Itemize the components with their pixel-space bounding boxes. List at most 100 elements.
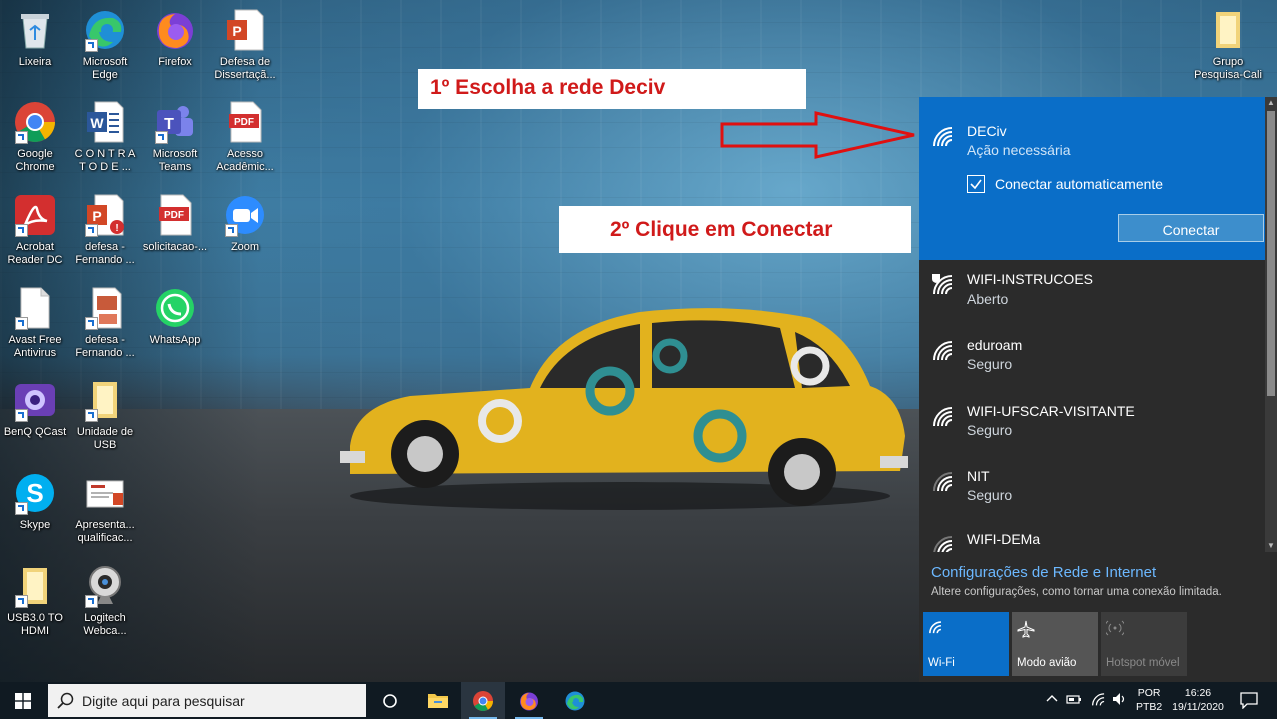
scroll-up-arrow-icon[interactable]: ▲ — [1265, 97, 1277, 109]
network-settings-link[interactable]: Configurações de Rede e Internet — [931, 564, 1156, 581]
quick-action-mobile-hotspot[interactable]: Hotspot móvel — [1101, 612, 1187, 676]
taskbar-firefox[interactable] — [507, 682, 551, 719]
network-item[interactable]: eduroam Seguro — [919, 324, 1265, 388]
taskbar-search-box[interactable]: Digite aqui para pesquisar — [48, 684, 366, 717]
firefox-icon — [153, 8, 197, 52]
presentation-icon — [83, 286, 127, 330]
desktop-icon-teams[interactable]: T Microsoft Teams — [141, 100, 209, 174]
file-explorer-icon — [428, 694, 448, 708]
chevron-up-icon — [1046, 695, 1058, 702]
volume-tray-button[interactable] — [1112, 692, 1128, 709]
quick-action-wifi[interactable]: Wi-Fi — [923, 612, 1009, 676]
zoom-icon — [223, 193, 267, 237]
taskbar-chrome[interactable] — [461, 682, 505, 719]
action-center-button[interactable] — [1240, 691, 1258, 712]
pdf-icon: PDF — [223, 100, 267, 144]
desktop-icon-google-chrome[interactable]: Google Chrome — [1, 100, 69, 174]
desktop-icon-whatsapp[interactable]: WhatsApp — [141, 286, 209, 347]
language-tray-button[interactable]: POR PTB2 — [1136, 686, 1162, 714]
network-item[interactable]: WIFI-DEMa — [919, 516, 1265, 552]
teams-icon: T — [153, 100, 197, 144]
svg-text:P: P — [92, 208, 101, 224]
hotspot-icon — [1106, 620, 1124, 636]
edge-icon — [83, 8, 127, 52]
desktop-icon-skype[interactable]: S Skype — [1, 471, 69, 532]
network-item[interactable]: NIT Seguro — [919, 452, 1265, 516]
svg-text:P: P — [232, 23, 241, 39]
desktop-icon-benq-qcast[interactable]: BenQ QCast — [1, 378, 69, 439]
document-icon — [13, 286, 57, 330]
network-name: WIFI-UFSCAR-VISITANTE — [967, 403, 1135, 419]
clock-date: 19/11/2020 — [1172, 701, 1224, 713]
network-status: Aberto — [967, 291, 1009, 307]
svg-text:PDF: PDF — [164, 210, 184, 221]
connect-button[interactable]: Conectar — [1118, 214, 1264, 242]
desktop-icon-label: Firefox — [158, 56, 192, 68]
clock-time: 16:26 — [1184, 687, 1212, 699]
task-view-button[interactable] — [368, 682, 412, 719]
clock-tray-button[interactable]: 16:26 19/11/2020 — [1172, 686, 1224, 714]
network-status: Ação necessária — [967, 142, 1071, 158]
wifi-signal-icon — [933, 127, 953, 147]
powerpoint-icon: P! — [83, 193, 127, 237]
yellow-car-image — [340, 308, 908, 510]
desktop-icon-zoom[interactable]: Zoom — [211, 193, 279, 254]
auto-connect-checkbox[interactable] — [967, 175, 985, 193]
desktop-icon-grupo-pesquisa[interactable]: Grupo Pesquisa-Cali — [1194, 8, 1262, 82]
desktop-icon-defesa-dissertacao[interactable]: P Defesa de Dissertaçã... — [211, 8, 279, 82]
battery-icon — [1066, 695, 1081, 704]
network-tray-button[interactable] — [1090, 692, 1108, 709]
desktop-icon-logitech[interactable]: Logitech Webca... — [71, 564, 139, 638]
desktop-icon-defesa-1[interactable]: P! defesa - Fernando ... — [71, 193, 139, 267]
annotation-step-2: 2º Clique em Conectar — [559, 206, 911, 253]
desktop-icon-apresentacao[interactable]: Apresenta... qualificac... — [71, 471, 139, 545]
desktop-icon-label: Defesa de Dissertaçã... — [214, 56, 276, 81]
wifi-weak-signal-icon — [933, 536, 953, 552]
network-item[interactable]: WIFI-INSTRUCOES Aberto — [919, 260, 1265, 324]
taskbar-file-explorer[interactable] — [416, 682, 460, 719]
network-status: Seguro — [967, 356, 1013, 372]
powerpoint-icon: P — [223, 8, 267, 52]
desktop-icon-contrato[interactable]: W C O N T R A T O D E ... — [71, 100, 139, 174]
network-settings-description: Altere configurações, como tornar uma co… — [931, 586, 1222, 598]
airplane-icon — [1017, 620, 1035, 638]
network-item[interactable]: WIFI-UFSCAR-VISITANTE Seguro — [919, 388, 1265, 452]
annotation-step-1: 1º Escolha a rede Deciv — [418, 69, 806, 109]
desktop-icon-label: Microsoft Edge — [82, 56, 128, 81]
network-flyout: DECiv Ação necessária Conectar automatic… — [919, 97, 1277, 682]
scroll-thumb[interactable] — [1267, 111, 1275, 396]
network-list-scrollbar[interactable]: ▲ ▼ — [1265, 97, 1277, 552]
whatsapp-icon — [153, 286, 197, 330]
desktop-icon-acesso-academico[interactable]: PDF Acesso Acadêmic... — [211, 100, 279, 174]
tile-label: Modo avião — [1017, 657, 1077, 669]
desktop-icon-firefox[interactable]: Firefox — [141, 8, 209, 69]
wifi-signal-icon — [933, 341, 953, 361]
desktop-icon-label: Apresenta... qualificac... — [75, 519, 135, 544]
folder-icon — [13, 564, 57, 608]
desktop-icon-unidade-usb[interactable]: Unidade de USB — [71, 378, 139, 452]
desktop-icon-acrobat[interactable]: Acrobat Reader DC — [1, 193, 69, 267]
speaker-icon — [1113, 693, 1125, 705]
desktop-icon-recycle-bin[interactable]: Lixeira — [1, 8, 69, 69]
wifi-tray-icon — [1092, 693, 1105, 706]
desktop-icon-usb-hdmi[interactable]: USB3.0 TO HDMI — [1, 564, 69, 638]
desktop-icon-solicitacao[interactable]: PDF solicitacao-... — [141, 193, 209, 254]
start-button[interactable] — [0, 682, 46, 719]
recycle-bin-icon — [13, 8, 57, 52]
desktop-icon-avast[interactable]: Avast Free Antivirus — [1, 286, 69, 360]
chrome-icon — [13, 100, 57, 144]
wifi-open-warning-icon — [932, 274, 953, 295]
wifi-signal-icon — [933, 407, 953, 427]
auto-connect-label: Conectar automaticamente — [995, 176, 1164, 192]
benq-icon — [13, 378, 57, 422]
desktop-icon-edge[interactable]: Microsoft Edge — [71, 8, 139, 82]
desktop-icon-defesa-2[interactable]: defesa - Fernando ... — [71, 286, 139, 360]
quick-action-airplane-mode[interactable]: Modo avião — [1012, 612, 1098, 676]
taskbar-edge[interactable] — [553, 682, 597, 719]
svg-text:S: S — [26, 478, 43, 508]
scroll-down-arrow-icon[interactable]: ▼ — [1265, 540, 1277, 552]
network-item-selected[interactable]: DECiv Ação necessária Conectar automatic… — [919, 97, 1265, 260]
battery-tray-button[interactable] — [1066, 693, 1082, 708]
show-hidden-icons-button[interactable] — [1046, 693, 1058, 706]
desktop-icon-label: USB3.0 TO HDMI — [7, 612, 63, 637]
